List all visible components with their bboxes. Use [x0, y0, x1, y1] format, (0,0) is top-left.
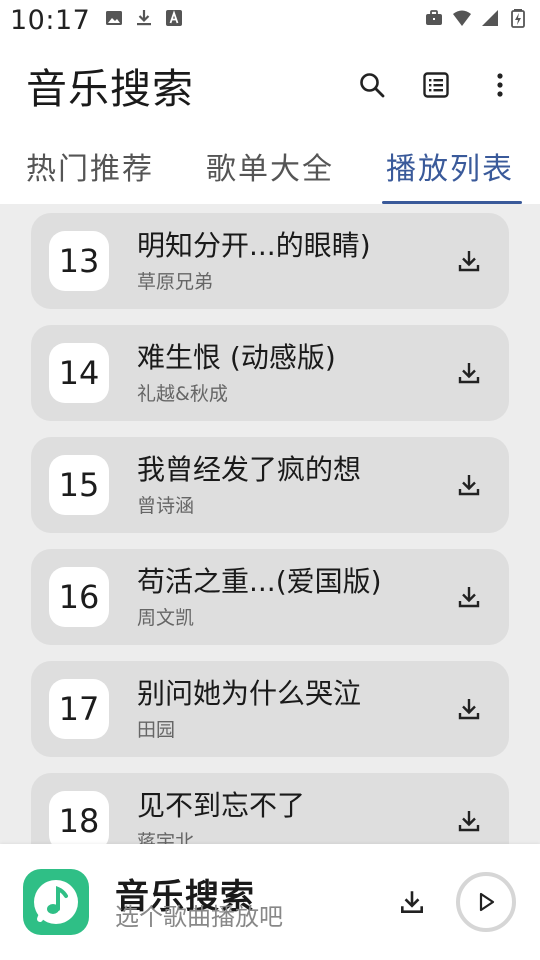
status-left-icons	[104, 8, 184, 28]
player-cover[interactable]	[23, 869, 89, 935]
song-info: 我曾经发了疯的想 曾诗涵	[137, 452, 447, 518]
image-icon	[104, 8, 124, 28]
song-artist: 蒋宇北	[137, 831, 195, 844]
song-artist: 草原兄弟	[137, 271, 214, 293]
song-title: 明知分开...的眼睛)	[137, 229, 371, 262]
download-icon	[458, 475, 480, 496]
download-button[interactable]	[447, 799, 491, 843]
play-button[interactable]	[456, 872, 516, 932]
download-button[interactable]	[447, 463, 491, 507]
song-title: 我曾经发了疯的想	[137, 453, 362, 486]
player-bar: 音乐搜索 选个歌曲播放吧	[0, 844, 540, 960]
tab-hot-recommend[interactable]: 热门推荐	[0, 136, 180, 204]
app-actions	[334, 59, 526, 111]
song-artist: 礼越&秋成	[137, 383, 228, 405]
song-info: 别问她为什么哭泣 田园	[137, 676, 447, 742]
search-icon	[360, 73, 385, 98]
download-icon	[458, 587, 480, 608]
song-info: 明知分开...的眼睛) 草原兄弟	[137, 228, 447, 294]
battery-icon	[508, 8, 528, 28]
song-title: 见不到忘不了	[137, 789, 306, 822]
song-info: 苟活之重...(爱国版) 周文凯	[137, 564, 447, 630]
app-title: 音乐搜索	[26, 65, 194, 113]
download-icon	[458, 699, 480, 720]
a-icon	[164, 8, 184, 28]
tab-play-queue[interactable]: 播放列表	[360, 136, 540, 204]
download-icon	[458, 251, 480, 272]
song-info: 难生恨 (动感版) 礼越&秋成	[137, 340, 447, 406]
search-button[interactable]	[346, 59, 398, 111]
player-subtitle: 选个歌曲播放吧	[115, 903, 283, 931]
song-item[interactable]: 18 见不到忘不了 蒋宇北	[31, 773, 509, 844]
download-icon	[458, 811, 480, 832]
status-bar: 10:17	[0, 0, 540, 40]
song-title: 难生恨 (动感版)	[137, 341, 336, 374]
app-bar: 音乐搜索	[0, 44, 540, 126]
play-icon	[479, 892, 495, 912]
tab-bar: 热门推荐 歌单大全 播放列表	[0, 136, 540, 204]
song-number: 15	[49, 455, 109, 515]
download-button[interactable]	[447, 351, 491, 395]
song-artist: 周文凯	[137, 607, 195, 629]
song-item[interactable]: 14 难生恨 (动感版) 礼越&秋成	[31, 325, 509, 421]
song-number: 17	[49, 679, 109, 739]
player-info: 音乐搜索 选个歌曲播放吧	[115, 867, 345, 937]
tab-playlist-collection[interactable]: 歌单大全	[180, 136, 360, 204]
song-artist: 田园	[137, 719, 176, 741]
song-list[interactable]: 13 明知分开...的眼睛) 草原兄弟 14 难生恨 (动感版) 礼越&秋成 1…	[0, 204, 540, 844]
download-button[interactable]	[447, 687, 491, 731]
song-title: 苟活之重...(爱国版)	[137, 565, 382, 598]
status-time: 10:17	[10, 4, 91, 36]
more-vert-icon	[497, 73, 503, 97]
signal-icon	[480, 8, 500, 28]
list-icon	[423, 72, 449, 98]
song-artist: 曾诗涵	[137, 495, 195, 517]
briefcase-icon	[424, 8, 444, 28]
song-info: 见不到忘不了 蒋宇北	[137, 788, 447, 844]
song-item[interactable]: 15 我曾经发了疯的想 曾诗涵	[31, 437, 509, 533]
song-item[interactable]: 16 苟活之重...(爱国版) 周文凯	[31, 549, 509, 645]
music-note-icon	[34, 880, 78, 924]
song-title: 别问她为什么哭泣	[137, 677, 362, 710]
download-button[interactable]	[447, 575, 491, 619]
player-download-button[interactable]	[388, 878, 436, 926]
wifi-icon	[452, 8, 472, 28]
song-item[interactable]: 17 别问她为什么哭泣 田园	[31, 661, 509, 757]
download-button[interactable]	[447, 239, 491, 283]
song-number: 13	[49, 231, 109, 291]
download-icon	[401, 891, 423, 913]
song-item[interactable]: 13 明知分开...的眼睛) 草原兄弟	[31, 213, 509, 309]
download-icon	[134, 8, 154, 28]
song-number: 18	[49, 791, 109, 844]
song-number: 16	[49, 567, 109, 627]
status-right-icons	[424, 8, 528, 28]
more-button[interactable]	[474, 59, 526, 111]
song-number: 14	[49, 343, 109, 403]
list-button[interactable]	[410, 59, 462, 111]
download-icon	[458, 363, 480, 384]
